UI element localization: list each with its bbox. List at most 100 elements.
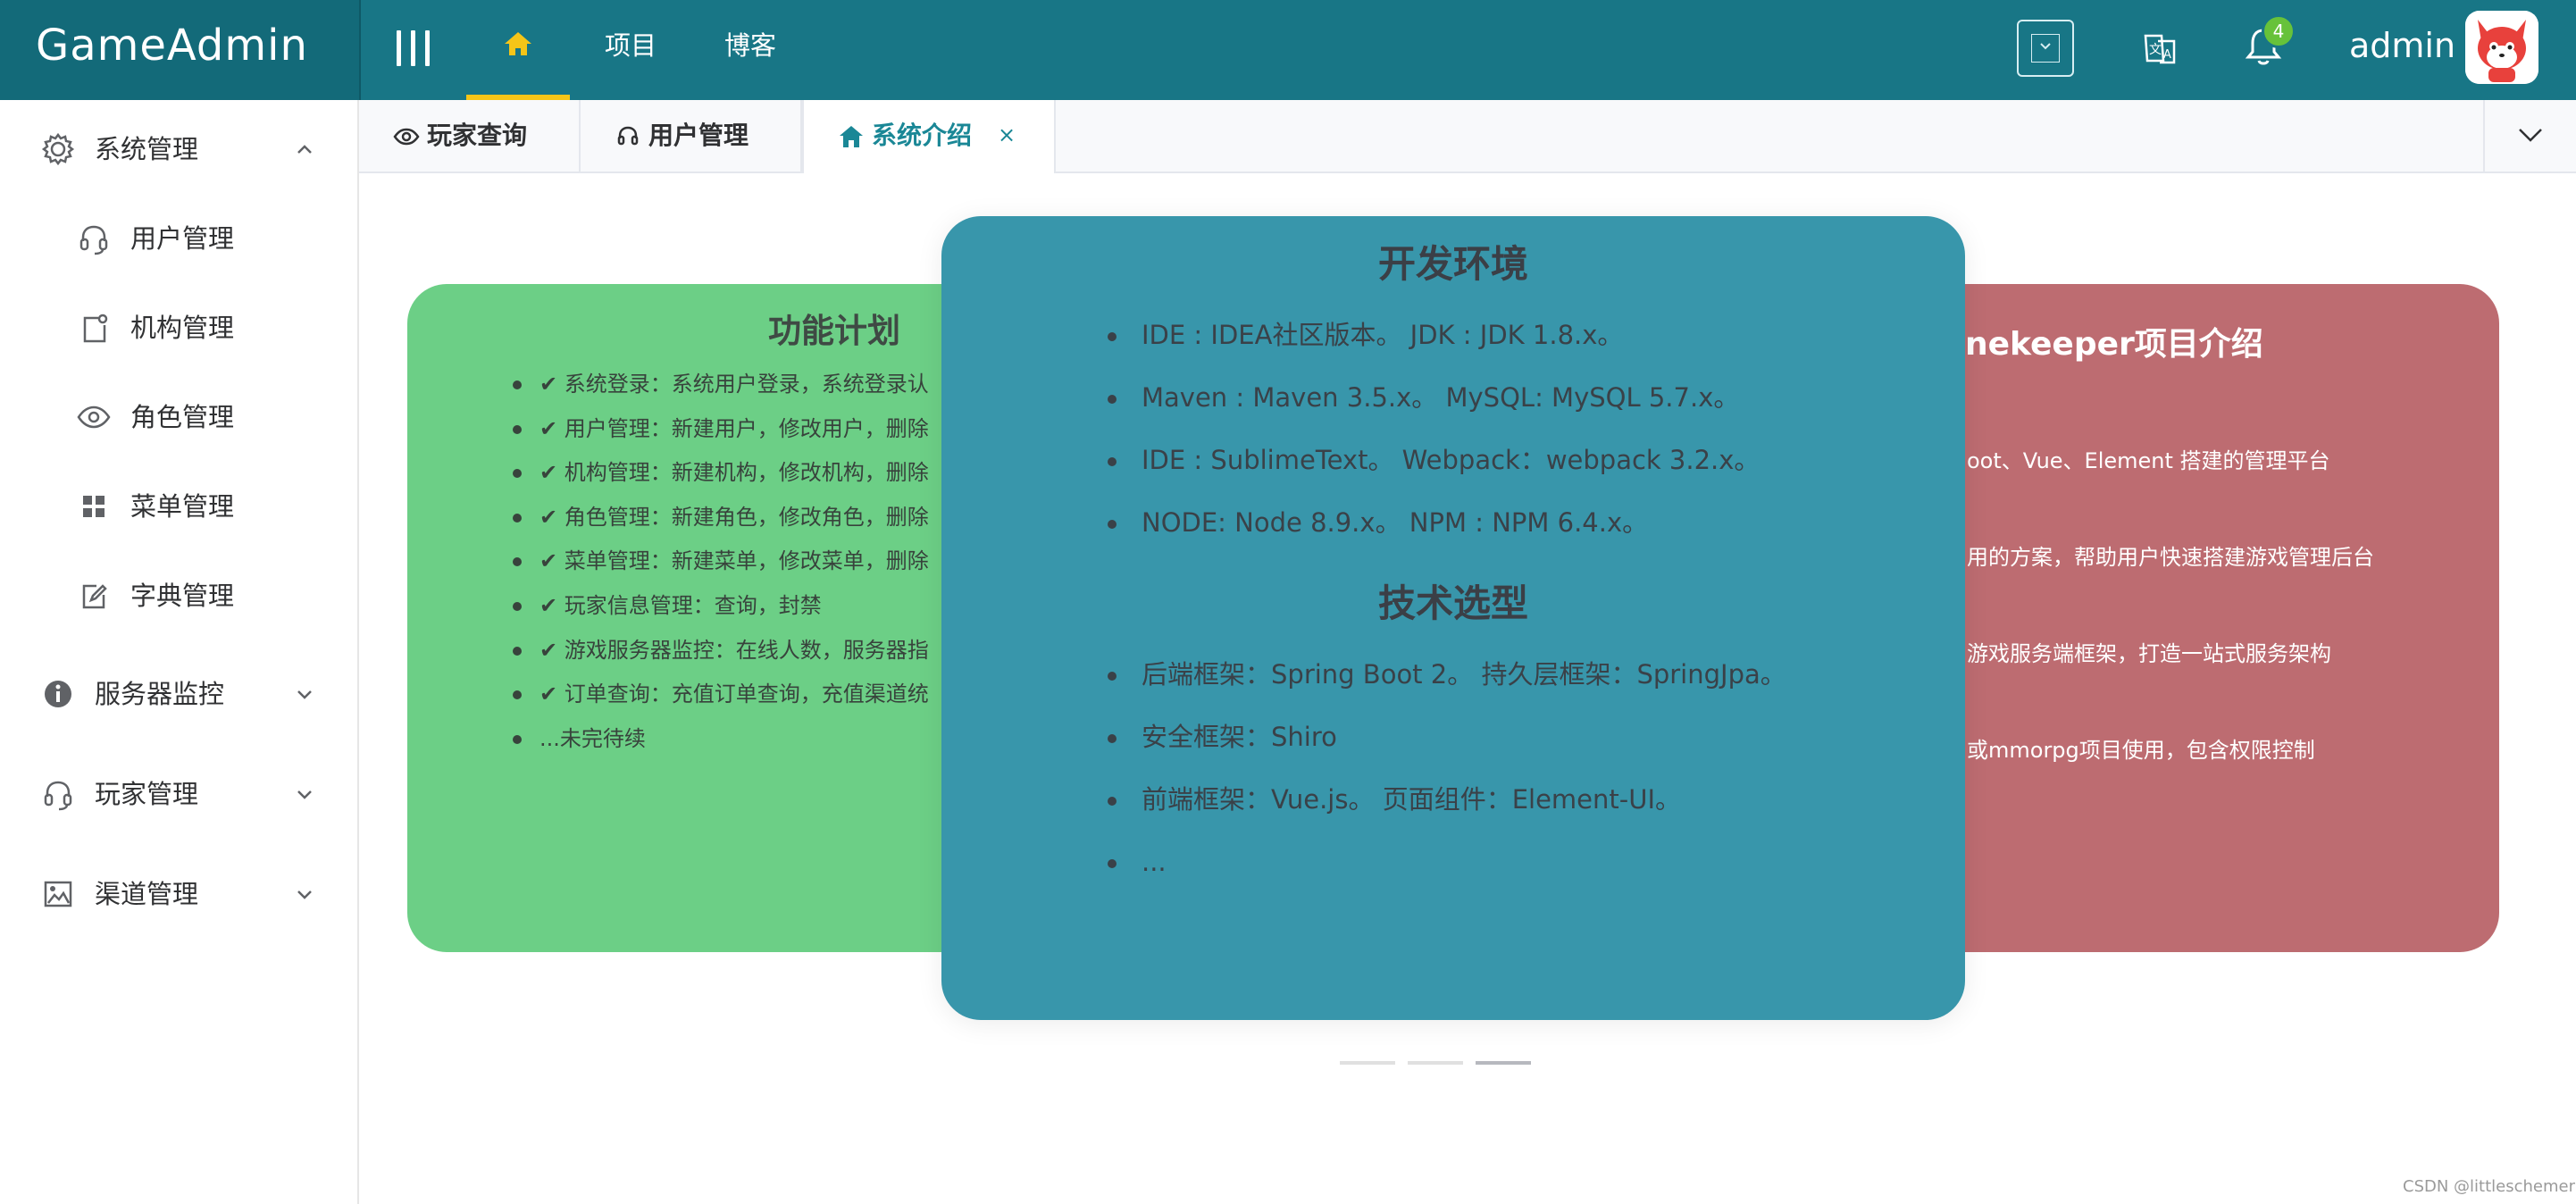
translate-icon: 文 A <box>2144 34 2176 64</box>
bullet-icon <box>513 557 522 567</box>
sidebar-item-dictionary[interactable]: 字典管理 <box>0 556 357 636</box>
sidebar-group-players[interactable]: 玩家管理 <box>0 754 357 834</box>
sidebar-group-system[interactable]: 系统管理 <box>0 109 357 189</box>
headset-icon <box>79 225 108 255</box>
sidebar-collapse-button[interactable] <box>393 27 436 66</box>
sidebar-group-channels[interactable]: 渠道管理 <box>0 854 357 934</box>
carousel-indicator[interactable] <box>1408 1061 1463 1065</box>
sidebar-group-label: 服务器监控 <box>95 679 225 709</box>
intro-line: 或mmorpg项目使用，包含权限控制 <box>1967 738 2315 763</box>
bullet-icon <box>1108 520 1117 529</box>
gear-icon <box>41 132 75 166</box>
edit-icon <box>82 584 107 609</box>
list-item: IDE : SublimeText。 Webpack：webpack 3.2.x… <box>1108 429 1947 491</box>
list-item: 后端框架：Spring Boot 2。 持久层框架：SpringJpa。 <box>1108 643 1947 706</box>
bullet-icon <box>1108 457 1117 466</box>
svg-text:文: 文 <box>2149 43 2162 57</box>
bullet-icon <box>1108 734 1117 743</box>
fox-avatar-icon <box>2465 11 2538 84</box>
bullet-icon <box>1108 395 1117 404</box>
list-item: ... <box>1108 831 1947 893</box>
sidebar-item-label: 角色管理 <box>130 402 235 432</box>
chevron-up-icon <box>297 145 312 154</box>
bullet-icon <box>513 513 522 523</box>
bullet-icon <box>1108 672 1117 681</box>
intro-line: 用的方案，帮助用户快速搭建游戏管理后台 <box>1967 545 2374 570</box>
tab-label: 用户管理 <box>648 121 749 150</box>
headset-icon <box>617 126 639 146</box>
card-title: 开发环境 <box>1377 242 1528 286</box>
org-icon <box>83 314 108 343</box>
environment-list: IDE : IDEA社区版本。 JDK : JDK 1.8.x。 Maven :… <box>1108 304 1947 554</box>
tab-label: 玩家查询 <box>427 121 528 150</box>
notification-badge: 4 <box>2262 14 2296 48</box>
bullet-icon <box>513 469 522 479</box>
nav-project[interactable]: 项目 <box>595 0 666 100</box>
collapse-bar-icon <box>411 30 415 66</box>
language-switch-button[interactable]: 文 A <box>2140 29 2179 68</box>
sidebar-item-organizations[interactable]: 机构管理 <box>0 288 357 368</box>
list-item: NODE: Node 8.9.x。 NPM : NPM 6.4.x。 <box>1108 491 1947 554</box>
sidebar-item-label: 用户管理 <box>130 223 235 254</box>
chevron-down-icon <box>2519 129 2542 142</box>
chevron-down-icon <box>297 790 312 799</box>
sidebar-group-label: 玩家管理 <box>95 779 199 809</box>
sidebar-item-roles[interactable]: 角色管理 <box>0 377 357 457</box>
section-title: 技术选型 <box>1377 581 1528 625</box>
tab-user-management[interactable]: 用户管理 <box>581 100 802 171</box>
bullet-icon <box>513 690 522 700</box>
username-label[interactable]: admin <box>2349 0 2455 100</box>
home-icon <box>505 32 531 55</box>
tech-stack-list: 后端框架：Spring Boot 2。 持久层框架：SpringJpa。 安全框… <box>1108 643 1947 893</box>
svg-text:A: A <box>2163 48 2171 62</box>
intro-line: 游戏服务端框架，打造一站式服务架构 <box>1967 641 2331 666</box>
sidebar-item-label: 菜单管理 <box>130 491 235 522</box>
picture-icon <box>44 881 72 907</box>
tab-bar: 玩家查询 用户管理 系统介绍 <box>359 100 2576 173</box>
tab-close-button[interactable]: × <box>995 123 1018 146</box>
tab-label: 系统介绍 <box>872 121 973 150</box>
app-logo-title[interactable]: GameAdmin <box>0 0 359 100</box>
bullet-icon <box>513 734 522 744</box>
nav-home[interactable] <box>466 0 570 100</box>
carousel-card-environment[interactable]: 开发环境 IDE : IDEA社区版本。 JDK : JDK 1.8.x。 Ma… <box>941 216 1965 1020</box>
bullet-icon <box>513 424 522 434</box>
sidebar-group-server-monitor[interactable]: 服务器监控 <box>0 654 357 734</box>
bullet-icon <box>513 380 522 389</box>
carousel-indicator[interactable] <box>1340 1061 1395 1065</box>
home-icon <box>840 126 863 147</box>
eye-icon <box>77 406 111 429</box>
list-item: 前端框架：Vue.js。 页面组件：Element-UI。 <box>1108 768 1947 831</box>
avatar[interactable] <box>2465 11 2538 84</box>
headset-icon <box>44 781 72 811</box>
chevron-down-icon <box>297 890 312 899</box>
chevron-down-icon <box>297 690 312 699</box>
collapse-bar-icon <box>397 30 401 66</box>
watermark: CSDN @littleschemer <box>2403 1177 2575 1196</box>
grid-icon <box>83 496 105 517</box>
bullet-icon <box>513 646 522 656</box>
collapse-bar-icon <box>425 30 430 66</box>
sidebar-item-menus[interactable]: 菜单管理 <box>0 466 357 547</box>
bullet-icon <box>513 601 522 611</box>
logo-divider <box>359 0 361 100</box>
tab-player-query[interactable]: 玩家查询 <box>359 100 581 171</box>
sidebar-item-users[interactable]: 用户管理 <box>0 198 357 279</box>
chevron-down-icon <box>2040 43 2051 50</box>
theme-picker-swatch <box>2031 34 2060 63</box>
list-item: IDE : IDEA社区版本。 JDK : JDK 1.8.x。 <box>1108 304 1947 366</box>
list-item: 安全框架：Shiro <box>1108 706 1947 768</box>
bullet-icon <box>1108 859 1117 868</box>
list-item: Maven : Maven 3.5.x。 MySQL: MySQL 5.7.x。 <box>1108 366 1947 429</box>
intro-line: oot、Vue、Element 搭建的管理平台 <box>1967 448 2330 473</box>
sidebar-item-label: 字典管理 <box>130 581 235 611</box>
sidebar-group-label: 渠道管理 <box>95 879 199 909</box>
top-header: GameAdmin 项目 博客 文 A 4 admin <box>0 0 2576 100</box>
carousel-indicator-active[interactable] <box>1476 1061 1531 1065</box>
sidebar-item-label: 机构管理 <box>130 313 235 343</box>
sidebar-group-label: 系统管理 <box>95 134 199 164</box>
info-icon <box>45 681 71 707</box>
tab-dropdown-button[interactable] <box>2483 100 2576 171</box>
nav-blog[interactable]: 博客 <box>715 0 786 100</box>
theme-picker-button[interactable] <box>2017 20 2074 77</box>
